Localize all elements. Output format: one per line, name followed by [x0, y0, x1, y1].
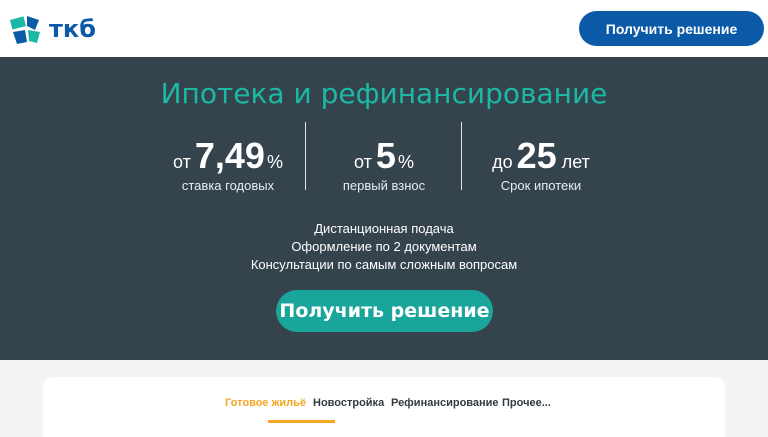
active-tab-indicator: [268, 420, 335, 423]
logo-text: ткб: [49, 15, 96, 43]
header-get-decision-button[interactable]: Получить решение: [579, 11, 764, 46]
logo[interactable]: ткб: [9, 12, 96, 46]
hero-title: Ипотека и рефинансирование: [160, 77, 608, 110]
stat-caption: первый взнос: [342, 178, 426, 193]
feature-item: Консультации по самым сложным вопросам: [250, 257, 518, 272]
stat-suffix: %: [266, 152, 283, 172]
stat-value: 7,49: [194, 135, 265, 176]
stat-caption: Срок ипотеки: [500, 178, 582, 193]
stat-value: 5: [375, 135, 396, 176]
stat-divider: [305, 122, 306, 190]
logo-icon: [9, 16, 40, 44]
stat-divider: [461, 122, 462, 190]
stat-caption: ставка годовых: [181, 178, 275, 193]
stat-suffix: лет: [561, 152, 590, 172]
hero-banner: Ипотека и рефинансирование от 7,49 % ста…: [0, 57, 768, 360]
stat-prefix: от: [354, 152, 372, 172]
stat-value: 25: [516, 135, 557, 176]
stat-prefix: до: [492, 152, 513, 172]
tab-ready-housing[interactable]: Готовое жильё: [225, 397, 306, 409]
site-header: ткб Получить решение: [0, 0, 768, 57]
mortgage-type-tabs: Готовое жильё Новостройка Рефинансирован…: [43, 377, 725, 437]
hero-get-decision-button[interactable]: Получить решение: [276, 290, 493, 332]
stat-term: до 25 лет Срок ипотеки: [476, 135, 606, 193]
tab-new-building[interactable]: Новостройка: [313, 397, 384, 409]
tab-refinancing[interactable]: Рефинансирование: [391, 397, 499, 409]
stat-rate: от 7,49 % ставка годовых: [160, 135, 296, 193]
feature-item: Оформление по 2 документам: [291, 239, 477, 254]
tab-other[interactable]: Прочее...: [502, 397, 551, 409]
stat-down-payment: от 5 % первый взнос: [323, 135, 445, 193]
feature-list: Дистанционная подача Оформление по 2 док…: [0, 220, 768, 274]
stat-suffix: %: [397, 152, 414, 172]
feature-item: Дистанционная подача: [314, 221, 454, 236]
stat-prefix: от: [173, 152, 191, 172]
